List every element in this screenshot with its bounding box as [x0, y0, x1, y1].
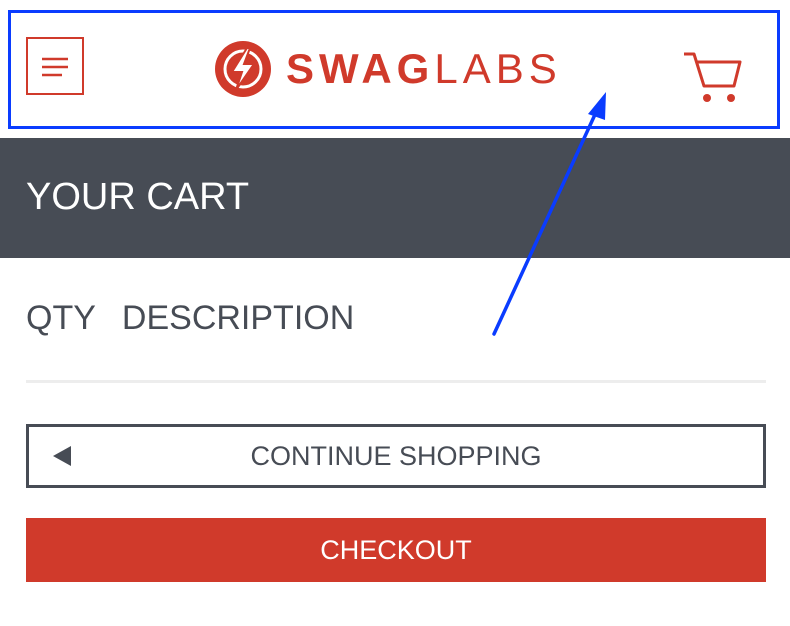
cart-divider — [26, 380, 766, 383]
checkout-button[interactable]: CHECKOUT — [26, 518, 766, 582]
cart-list-header: QTY DESCRIPTION — [26, 296, 354, 340]
annotation-highlight-box — [8, 10, 780, 129]
continue-shopping-button[interactable]: CONTINUE SHOPPING — [26, 424, 766, 488]
continue-shopping-label: CONTINUE SHOPPING — [250, 441, 542, 471]
cart-page: SWAGLABS YOUR CART QTY DESCRIPTION CONTI… — [0, 0, 790, 626]
page-title: YOUR CART — [26, 176, 250, 218]
checkout-label: CHECKOUT — [320, 535, 472, 565]
page-title-bar: YOUR CART — [0, 138, 790, 258]
qty-column-header: QTY — [26, 299, 96, 337]
app-header: SWAGLABS — [0, 0, 790, 138]
description-column-header: DESCRIPTION — [121, 299, 355, 337]
